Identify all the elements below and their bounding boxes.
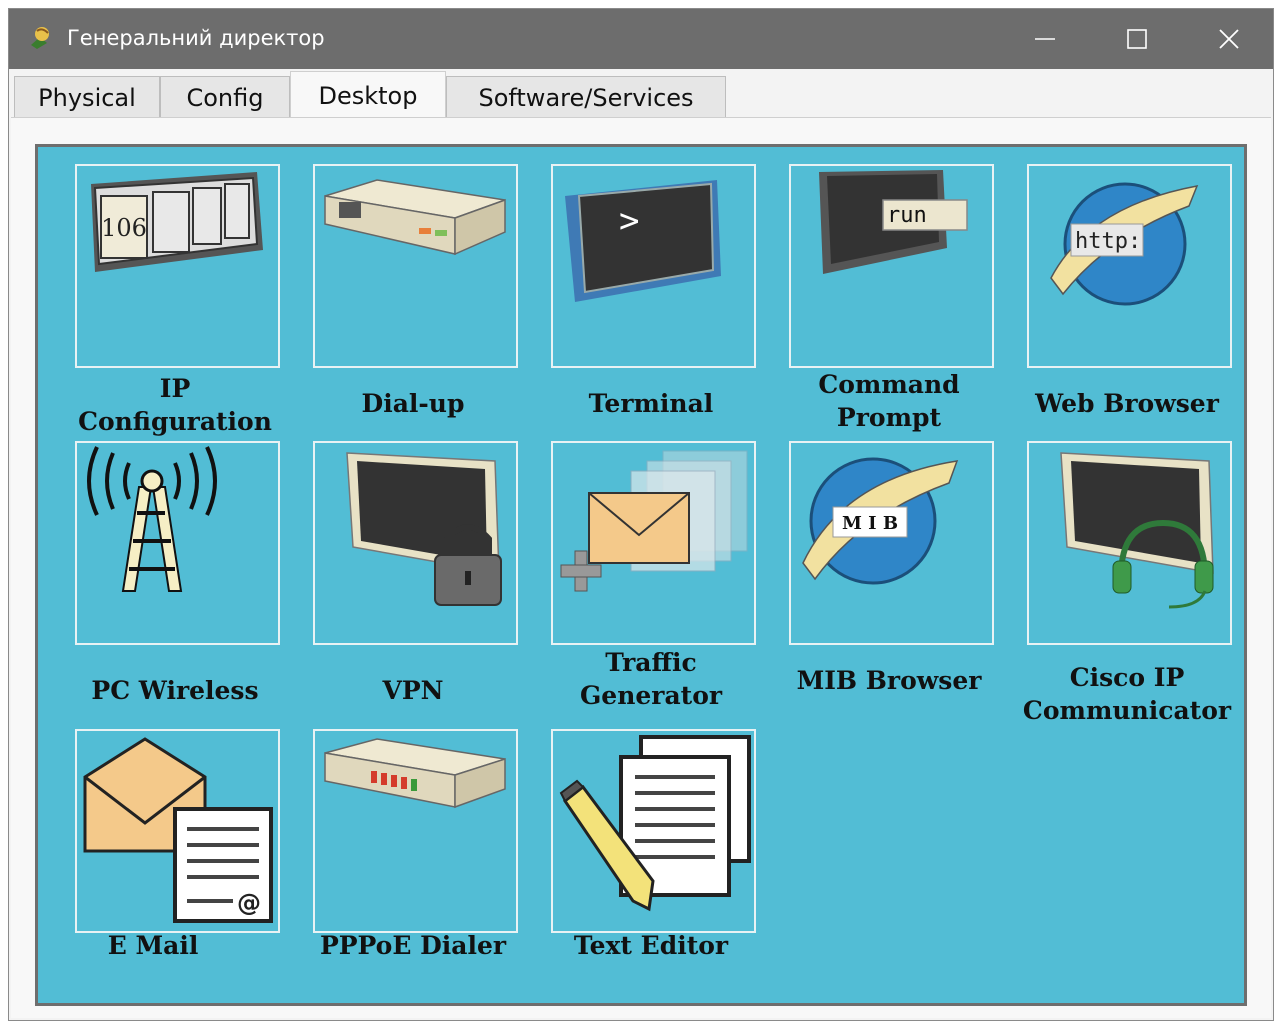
- title-bar[interactable]: Генеральний директор: [9, 9, 1273, 69]
- app-window: Генеральний директор Physical Config Des…: [8, 8, 1274, 1021]
- minimize-icon: [1035, 38, 1055, 40]
- svg-text:run: run: [887, 203, 927, 228]
- traffic-generator-icon: [560, 450, 748, 592]
- command-prompt-icon: run: [819, 170, 968, 274]
- terminal-tile[interactable]: >: [551, 164, 756, 368]
- svg-text:106: 106: [101, 214, 147, 242]
- tab-bar: Physical Config Desktop Software/Service…: [14, 71, 1264, 119]
- app-label: MIB Browser: [796, 666, 982, 695]
- app-label: Terminal: [588, 389, 714, 418]
- tab-desktop[interactable]: Desktop: [290, 71, 446, 119]
- svg-text:@: @: [237, 889, 261, 917]
- email-tile[interactable]: @: [75, 729, 280, 933]
- window-title: Генеральний директор: [67, 26, 325, 50]
- terminal-icon: >: [565, 180, 721, 302]
- pc-wireless-tile[interactable]: [75, 441, 280, 645]
- minimize-button[interactable]: [999, 9, 1091, 69]
- desktop-panel: 106 IP Configuration Dial-up > Terminal …: [35, 144, 1247, 1006]
- app-label: VPN: [382, 676, 444, 705]
- app-label: PC Wireless: [91, 676, 259, 705]
- mib-browser-tile[interactable]: M I B: [789, 441, 994, 645]
- ip-configuration-icon: 106: [91, 172, 263, 272]
- tab-content: 106 IP Configuration Dial-up > Terminal …: [11, 117, 1271, 1018]
- modem-icon: [324, 179, 506, 256]
- web-browser-icon: http:: [1050, 182, 1199, 306]
- app-label: Dial-up: [361, 389, 465, 418]
- maximize-icon: [1127, 29, 1147, 49]
- traffic-generator-tile[interactable]: [551, 441, 756, 645]
- app-label: Command Prompt: [818, 370, 960, 432]
- email-icon: @: [83, 737, 273, 923]
- text-editor-tile[interactable]: [551, 729, 756, 933]
- wireless-tower-icon: [87, 446, 217, 592]
- cisco-ip-communicator-tile[interactable]: [1027, 441, 1232, 645]
- maximize-button[interactable]: [1091, 9, 1183, 69]
- app-label: Text Editor: [573, 931, 729, 960]
- app-label: PPPoE Dialer: [319, 931, 507, 960]
- svg-text:http:: http:: [1075, 229, 1141, 254]
- app-label: Traffic Generator: [579, 648, 723, 710]
- close-icon: [1219, 29, 1239, 49]
- app-label: Web Browser: [1035, 389, 1219, 418]
- mib-browser-icon: M I B: [802, 457, 959, 585]
- svg-text:>: >: [619, 201, 639, 241]
- app-logo-icon: [31, 27, 49, 49]
- pppoe-dialer-icon: [324, 738, 506, 809]
- text-editor-icon: [559, 735, 751, 912]
- app-label: E Mail: [107, 931, 199, 960]
- app-label: Cisco IP Communicator: [1022, 663, 1232, 725]
- command-prompt-tile[interactable]: run: [789, 164, 994, 368]
- ip-communicator-icon: [1060, 452, 1214, 609]
- vpn-tile[interactable]: [313, 441, 518, 645]
- tab-physical[interactable]: Physical: [14, 76, 160, 118]
- ip-configuration-tile[interactable]: 106: [75, 164, 280, 368]
- vpn-lock-icon: [346, 452, 502, 606]
- pppoe-dialer-tile[interactable]: [313, 729, 518, 933]
- svg-text:M I B: M I B: [842, 513, 898, 534]
- tab-software-services[interactable]: Software/Services: [446, 76, 726, 118]
- web-browser-tile[interactable]: http:: [1027, 164, 1232, 368]
- close-button[interactable]: [1183, 9, 1275, 69]
- app-label: IP Configuration: [78, 374, 272, 436]
- dial-up-tile[interactable]: [313, 164, 518, 368]
- tab-config[interactable]: Config: [160, 76, 290, 118]
